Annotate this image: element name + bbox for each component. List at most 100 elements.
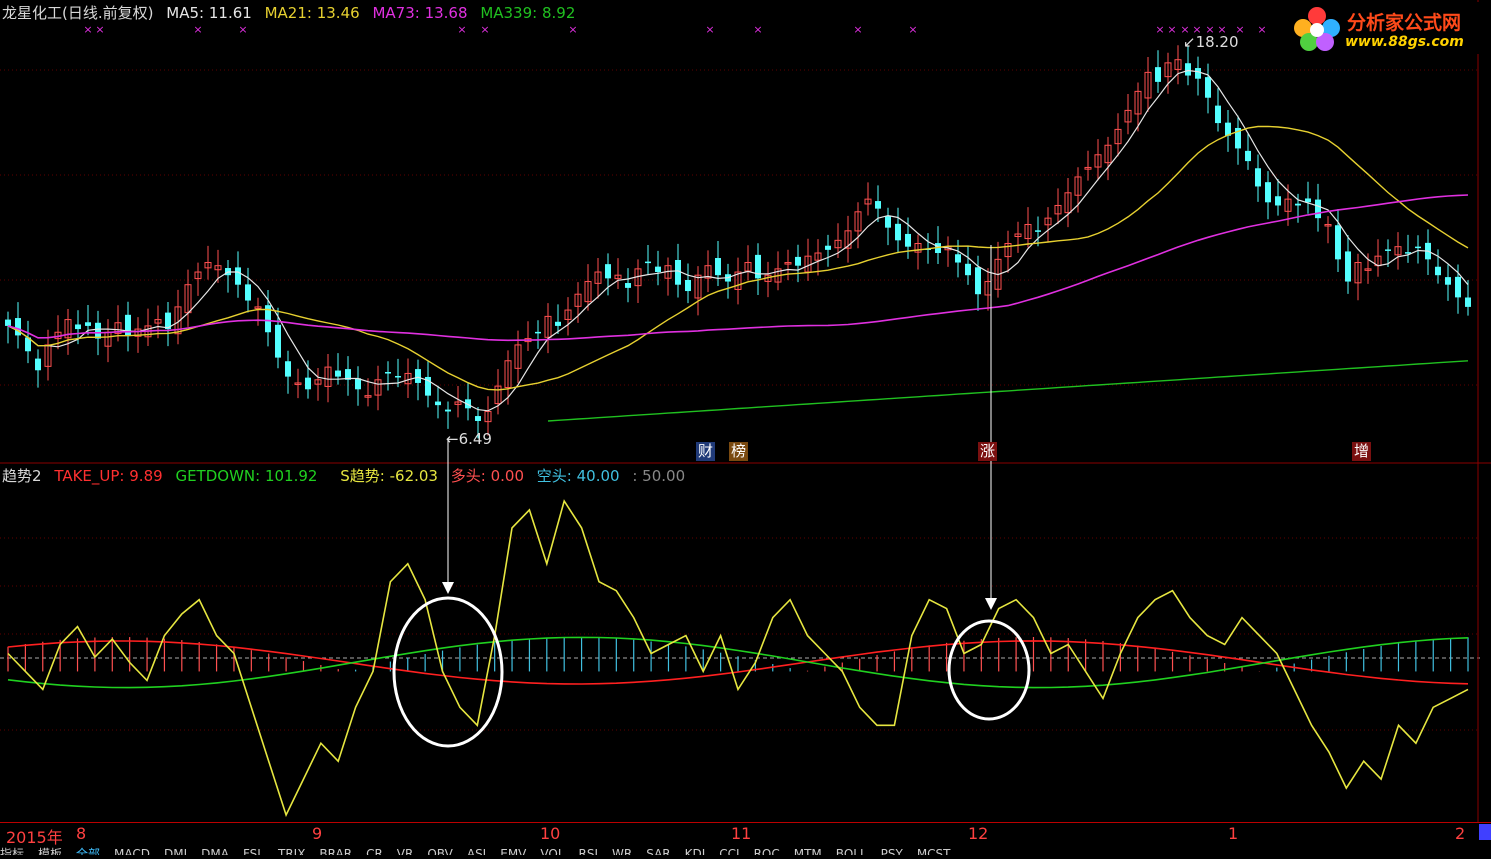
candle-down bbox=[685, 279, 691, 292]
signal-marker-icon: × bbox=[705, 23, 714, 36]
ma339-line bbox=[547, 360, 1469, 422]
candle-down bbox=[535, 331, 541, 334]
candle-down bbox=[35, 358, 41, 371]
candle-down bbox=[1415, 246, 1421, 249]
signal-marker-icon: × bbox=[95, 23, 104, 36]
candle-down bbox=[1255, 168, 1261, 187]
indicator-header: 趋势2 TAKE_UP: 9.89 GETDOWN: 101.92 S趋势: -… bbox=[2, 465, 693, 486]
candle-down bbox=[415, 369, 421, 383]
candle-down bbox=[625, 283, 631, 288]
ma73-value: 13.68 bbox=[424, 4, 468, 22]
indicator-tab[interactable]: 指标 bbox=[0, 845, 24, 855]
signal-marker-icon: × bbox=[193, 23, 202, 36]
indicator-tab[interactable]: PSY bbox=[881, 847, 903, 855]
candle-down bbox=[1315, 199, 1321, 219]
short-label: 空头: bbox=[536, 467, 572, 485]
event-tag-zeng[interactable]: 增 bbox=[1352, 442, 1372, 461]
indicator-tab[interactable]: 模板 bbox=[38, 845, 62, 855]
indicator-tab[interactable]: WR bbox=[612, 847, 632, 855]
indicator-tabs: 指标 模板 全部 MACD DMI DMA FSL TRIX BRAR CR VR OBV ASI EMV… bbox=[0, 845, 1491, 855]
axis-month-dec: 12 bbox=[968, 824, 989, 843]
indicator-tab[interactable]: KDJ bbox=[685, 847, 706, 855]
candle-down bbox=[1245, 150, 1251, 162]
long-value: 0.00 bbox=[490, 467, 524, 485]
event-tag-cai[interactable]: 财 bbox=[696, 442, 716, 461]
candle-down bbox=[875, 201, 881, 209]
flower-logo-icon bbox=[1294, 7, 1340, 51]
indicator-tab[interactable]: CCI bbox=[719, 847, 739, 855]
indicator-tab[interactable]: RSI bbox=[579, 847, 599, 855]
indicator-tab[interactable]: 全部 bbox=[76, 845, 100, 855]
logo-url: www.88gs.com bbox=[1345, 34, 1464, 50]
ma339-label: MA339: bbox=[480, 4, 538, 22]
axis-month-jan: 1 bbox=[1228, 824, 1239, 843]
indicator-tab[interactable]: MACD bbox=[114, 847, 150, 855]
indicator-tab[interactable]: FSL bbox=[243, 847, 264, 855]
long-label: 多头: bbox=[450, 467, 486, 485]
candle-down bbox=[605, 264, 611, 279]
ma5-label: MA5: bbox=[166, 4, 205, 22]
ma5-legend: MA5: 11.61 bbox=[166, 4, 252, 22]
indicator-tab[interactable]: VR bbox=[397, 847, 414, 855]
ma339-value: 8.92 bbox=[541, 4, 576, 22]
ma339-legend: MA339: 8.92 bbox=[480, 4, 575, 22]
short-value: 40.00 bbox=[576, 467, 620, 485]
ma5-value: 11.61 bbox=[208, 4, 252, 22]
candle-down bbox=[955, 254, 961, 263]
candle-down bbox=[1275, 196, 1281, 206]
candle-down bbox=[755, 254, 761, 279]
signal-marker-icon: × bbox=[83, 23, 92, 36]
indicator-tab[interactable]: BOLL bbox=[836, 847, 867, 855]
strend-label: S趋势: bbox=[340, 467, 385, 485]
indicator-tab[interactable]: MTM bbox=[794, 847, 822, 855]
candle-down bbox=[1265, 182, 1271, 203]
candle-down bbox=[75, 324, 81, 330]
indicator-tab[interactable]: MCST bbox=[917, 847, 951, 855]
ma21-value: 13.46 bbox=[316, 4, 360, 22]
indicator-tab[interactable]: EMV bbox=[500, 847, 526, 855]
level-value: : 50.00 bbox=[632, 467, 686, 485]
candle-down bbox=[395, 375, 401, 378]
getdown-label: GETDOWN: bbox=[175, 467, 261, 485]
axis-end-marker[interactable] bbox=[1479, 824, 1491, 840]
axis-month-oct: 10 bbox=[540, 824, 561, 843]
candle-down bbox=[85, 322, 91, 326]
candle-down bbox=[555, 321, 561, 326]
candle-down bbox=[1385, 249, 1391, 251]
indicator-tab[interactable]: BRAR bbox=[319, 847, 352, 855]
indicator-tab[interactable]: ASI bbox=[467, 847, 486, 855]
short-legend: 空头: 40.00 bbox=[537, 467, 620, 485]
indicator-tab[interactable]: DMA bbox=[201, 847, 229, 855]
axis-month-sep: 9 bbox=[312, 824, 323, 843]
candle-down bbox=[1455, 276, 1461, 298]
indicator-tab[interactable]: OBV bbox=[427, 847, 453, 855]
candle-down bbox=[975, 267, 981, 295]
event-tag-zhang[interactable]: 涨 bbox=[978, 442, 998, 461]
indicator-tab[interactable]: ROC bbox=[754, 847, 780, 855]
candle-down bbox=[715, 258, 721, 276]
candle-down bbox=[1335, 225, 1341, 260]
signal-marker-icon: × bbox=[568, 23, 577, 36]
take-up-legend: TAKE_UP: 9.89 bbox=[54, 467, 162, 485]
take-up-value: 9.89 bbox=[129, 467, 163, 485]
ma5-line bbox=[7, 69, 1469, 412]
price-panel-header: 龙星化工(日线.前复权) MA5: 11.61 MA21: 13.46 MA73… bbox=[2, 2, 583, 23]
candle-down bbox=[1195, 68, 1201, 79]
arrow-head-1-icon bbox=[442, 582, 454, 594]
signal-marker-icon: × bbox=[457, 23, 466, 36]
getdown-legend: GETDOWN: 101.92 bbox=[175, 467, 317, 485]
event-tag-bang[interactable]: 榜 bbox=[729, 442, 749, 461]
indicator-tab[interactable]: DMI bbox=[164, 847, 187, 855]
signal-marker-icon: × bbox=[480, 23, 489, 36]
candle-down bbox=[1035, 230, 1041, 232]
indicator-tab[interactable]: VOL bbox=[540, 847, 564, 855]
candle-down bbox=[5, 319, 11, 326]
indicator-tab[interactable]: CR bbox=[366, 847, 383, 855]
candle-down bbox=[825, 245, 831, 250]
long-legend: 多头: 0.00 bbox=[451, 467, 524, 485]
indicator-tab[interactable]: SAR bbox=[646, 847, 670, 855]
chart-svg: × × × × × × × × × × × × × × × × × × × bbox=[0, 0, 1491, 822]
stock-title: 龙星化工(日线.前复权) bbox=[2, 4, 154, 22]
indicator-name: 趋势2 bbox=[2, 467, 42, 485]
indicator-tab[interactable]: TRIX bbox=[278, 847, 305, 855]
